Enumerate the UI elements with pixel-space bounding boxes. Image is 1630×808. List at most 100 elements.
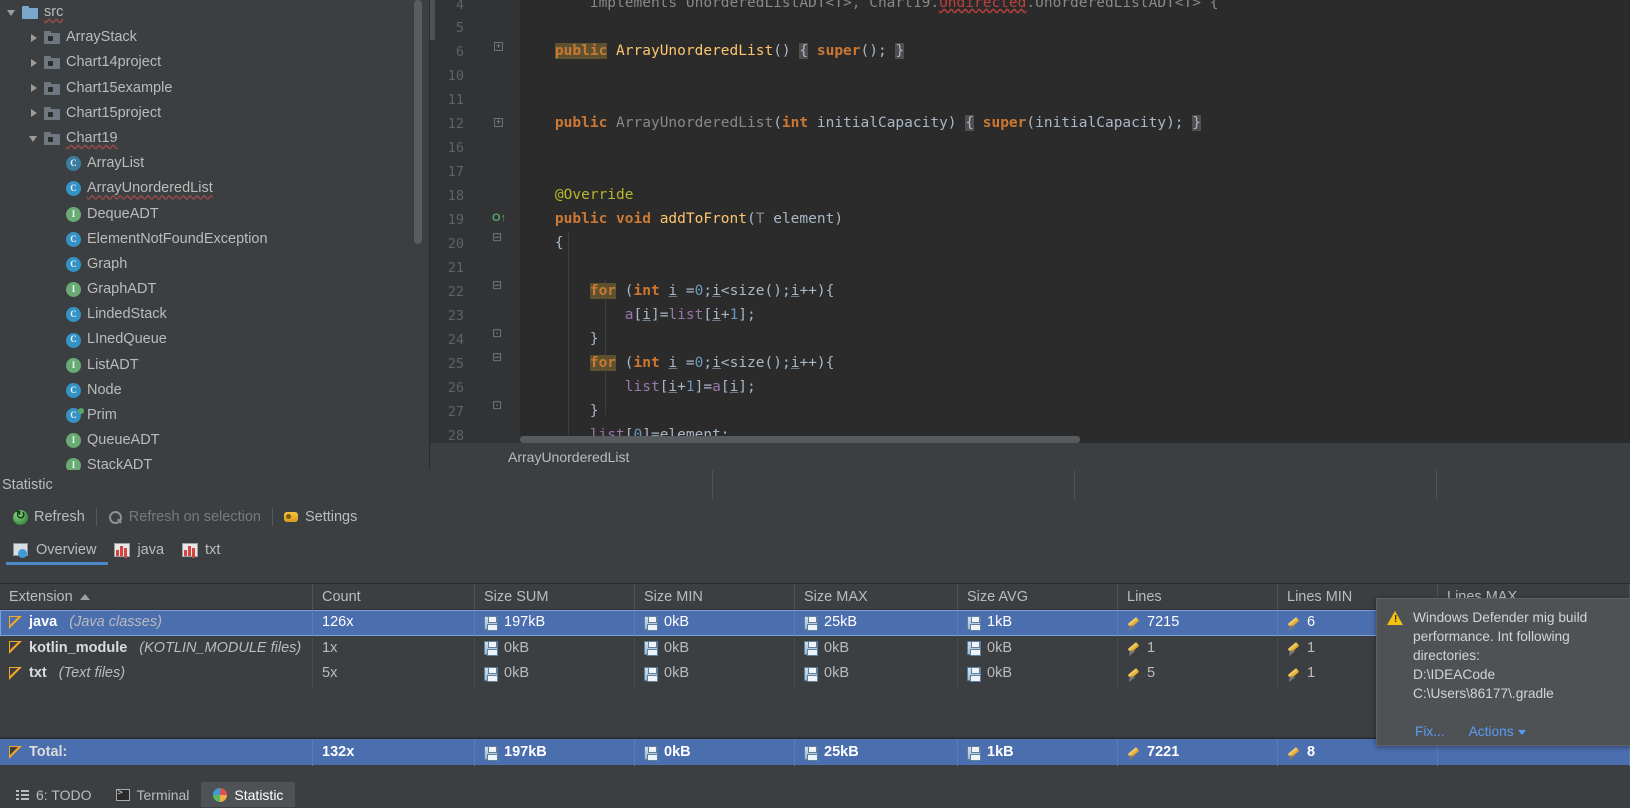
fold-brace-line20[interactable]: ⊟: [492, 231, 502, 243]
editor-horizontal-scrollbar[interactable]: [520, 436, 1080, 443]
column-header-extension[interactable]: Extension: [0, 584, 313, 610]
chevron-right-icon[interactable]: [28, 56, 41, 69]
chevron-right-icon[interactable]: [28, 31, 41, 44]
tab-java[interactable]: java: [108, 536, 176, 564]
chevron-right-icon[interactable]: [28, 82, 41, 95]
override-gutter-icon[interactable]: O↑: [492, 212, 506, 224]
file-size-icon: [484, 641, 498, 657]
tree-node-label: src: [44, 4, 64, 20]
tab-txt[interactable]: txt: [176, 536, 232, 564]
status-bar-item-statistic[interactable]: Statistic: [201, 782, 296, 807]
cell-lines: 5: [1118, 661, 1278, 687]
tree-node-chart19[interactable]: Chart19: [0, 126, 430, 151]
tree-node-listadt[interactable]: I ListADT: [0, 353, 430, 378]
cell-count: 132x: [313, 739, 475, 766]
editor-gutter[interactable]: 4 5 6 10 11 12 16 17 18 19 20 21 22 23 24 25 26 27 28 + + …: [430, 0, 520, 470]
tree-node-elementnotfoundexception[interactable]: C ElementNotFoundException: [0, 227, 430, 252]
fold-brace-line24[interactable]: ⊡: [492, 327, 502, 339]
refresh-button[interactable]: Refresh: [4, 503, 94, 531]
fix-link[interactable]: Fix...: [1415, 724, 1445, 739]
tree-node-label: LindedStack: [87, 306, 167, 323]
top-area: src ArrayStack Chart14project Chart15exampl…: [0, 0, 1630, 470]
tree-node-graph[interactable]: C Graph: [0, 252, 430, 277]
cell-size-max: 0kB: [795, 661, 958, 687]
refresh-on-selection-label: Refresh on selection: [128, 509, 261, 525]
tree-node-graphadt[interactable]: I GraphADT: [0, 277, 430, 302]
column-header-label: Size SUM: [484, 589, 549, 605]
tree-node-queueadt[interactable]: I QueueADT: [0, 428, 430, 453]
status-bar-item-terminal[interactable]: Terminal: [104, 782, 202, 807]
tab-label: java: [137, 542, 165, 558]
code-text-area[interactable]: implements UnorderedListADT<T>, Chart19.…: [520, 0, 1630, 470]
cell-size-min: 0kB: [635, 739, 795, 766]
line-number: 24: [447, 332, 464, 348]
cell-value: 0kB: [504, 665, 529, 681]
tree-node-chart14project[interactable]: Chart14project: [0, 50, 430, 75]
column-header-label: Extension: [9, 589, 73, 605]
statistic-title: Statistic: [2, 477, 53, 493]
notification-balloon[interactable]: Windows Defender mig build performance. …: [1376, 598, 1630, 746]
toolbar-separator-1: [95, 508, 97, 526]
refresh-on-selection-button[interactable]: Refresh on selection: [99, 503, 270, 531]
tree-node-chart15example[interactable]: Chart15example: [0, 76, 430, 101]
tree-node-arrayunorderedlist[interactable]: C ArrayUnorderedList: [0, 176, 430, 201]
tree-node-chart15project[interactable]: Chart15project: [0, 101, 430, 126]
terminal-icon: [115, 788, 130, 801]
editor-breadcrumb[interactable]: ArrayUnorderedList: [430, 443, 1630, 470]
status-bar-item-6-todo[interactable]: 6: TODO: [4, 782, 104, 807]
file-size-icon: [804, 745, 818, 761]
cell-value: 197kB: [504, 614, 546, 630]
tree-node-prim[interactable]: C Prim: [0, 403, 430, 428]
chevron-right-icon[interactable]: [28, 107, 41, 120]
cell-value: 0kB: [504, 639, 529, 656]
column-header-size-max[interactable]: Size MAX: [795, 584, 958, 610]
tree-node-arraystack[interactable]: ArrayStack: [0, 25, 430, 50]
package-dot: [48, 61, 53, 67]
fold-icon-line12[interactable]: +: [494, 118, 503, 127]
fold-brace-line22[interactable]: ⊟: [492, 279, 502, 291]
file-size-icon: [644, 615, 658, 631]
tree-node-linedqueue[interactable]: C LInedQueue: [0, 327, 430, 352]
cell-size-max: 25kB: [795, 610, 958, 636]
chevron-down-icon[interactable]: [28, 132, 41, 145]
tree-node-src[interactable]: src: [0, 0, 430, 25]
cell-size-avg: 1kB: [958, 610, 1118, 636]
cell-value: 0kB: [664, 639, 689, 656]
column-header-lines[interactable]: Lines: [1118, 584, 1278, 610]
status-bar-item-label: Statistic: [234, 786, 284, 803]
tree-node-label: QueueADT: [87, 432, 160, 449]
code-editor[interactable]: 4 5 6 10 11 12 16 17 18 19 20 21 22 23 24 25 26 27 28 + + …: [430, 0, 1630, 470]
tree-node-stackadt[interactable]: I StackADT: [0, 453, 430, 470]
cell-size-avg: 1kB: [958, 739, 1118, 766]
fold-brace-line25[interactable]: ⊟: [492, 351, 502, 363]
cell-size-max: 25kB: [795, 739, 958, 766]
tab-overview[interactable]: Overview: [6, 536, 109, 565]
notification-dir-1: D:\IDEACode: [1413, 667, 1496, 682]
tree-node-node[interactable]: C Node: [0, 378, 430, 403]
chevron-down-icon[interactable]: [6, 6, 19, 19]
line-number: 19: [447, 212, 464, 228]
actions-link[interactable]: Actions: [1469, 724, 1526, 739]
file-size-icon: [484, 745, 498, 761]
fold-icon-line6[interactable]: +: [494, 42, 503, 51]
tree-node-arraylist[interactable]: C ArrayList: [0, 151, 430, 176]
column-header-size-min[interactable]: Size MIN: [635, 584, 795, 610]
extension-name: kotlin_module: [29, 639, 128, 656]
column-header-count[interactable]: Count: [313, 584, 475, 610]
column-header-size-avg[interactable]: Size AVG: [958, 584, 1118, 610]
cell-lines: 1: [1118, 635, 1278, 661]
project-tool-window[interactable]: src ArrayStack Chart14project Chart15exampl…: [0, 0, 430, 470]
toolbar-separator-2: [271, 508, 273, 526]
project-tree-scrollbar[interactable]: [414, 0, 422, 244]
gear-icon: [283, 510, 299, 524]
total-label: Total:: [29, 744, 68, 760]
fold-brace-line27[interactable]: ⊡: [492, 399, 502, 411]
tree-node-label: Node: [87, 381, 122, 398]
settings-button[interactable]: Settings: [275, 503, 366, 531]
column-header-size-sum[interactable]: Size SUM: [475, 584, 635, 610]
file-type-icon: [9, 615, 23, 630]
tree-node-lindedstack[interactable]: C LindedStack: [0, 302, 430, 327]
tree-node-dequeadt[interactable]: I DequeADT: [0, 202, 430, 227]
extension-description: (Java classes): [69, 614, 162, 630]
